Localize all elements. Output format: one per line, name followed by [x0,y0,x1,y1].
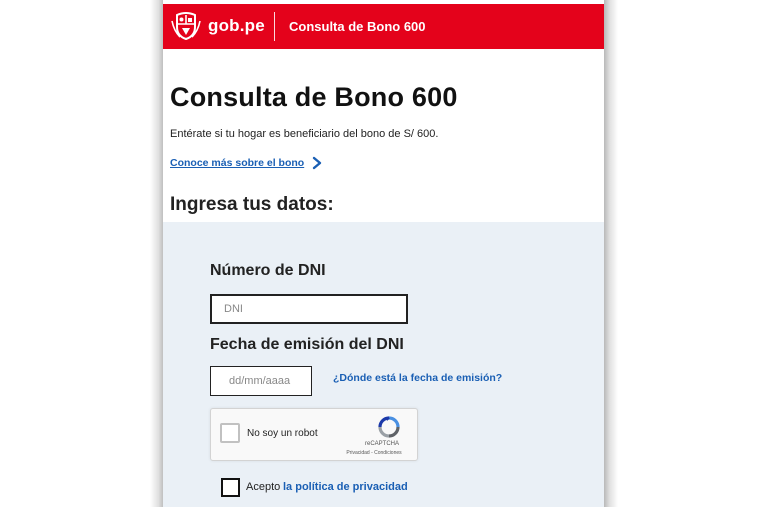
recaptcha-label: No soy un robot [247,428,318,439]
page-shadow-right [604,0,618,507]
brand-name[interactable]: gob.pe [208,16,265,36]
recaptcha-terms[interactable]: Privacidad - Condiciones [329,450,419,456]
dni-label: Número de DNI [210,262,326,279]
privacy-policy-link[interactable]: la política de privacidad [283,481,408,493]
page-subtitle: Entérate si tu hogar es beneficiario del… [170,128,439,140]
section-title: Ingresa tus datos: [170,194,334,215]
recaptcha-logo-icon [378,416,400,438]
recaptcha-brand: reCAPTCHA [364,441,399,447]
issue-date-help-link[interactable]: ¿Dónde está la fecha de emisión? [333,372,502,384]
header-divider [274,12,275,41]
form-panel: Número de DNI Fecha de emisión del DNI ¿… [163,222,604,507]
page-frame: gob.pe Consulta de Bono 600 Consulta de … [163,0,604,507]
dni-input[interactable] [210,294,408,324]
learn-more-link[interactable]: Conoce más sobre el bono [170,157,304,169]
peru-coat-of-arms-icon[interactable] [171,11,201,41]
privacy-accept-label: Acepto [246,481,281,493]
site-header: gob.pe Consulta de Bono 600 [163,4,604,49]
issue-date-input[interactable] [210,366,312,396]
recaptcha-checkbox[interactable] [220,423,240,443]
chevron-right-icon[interactable] [310,154,324,172]
header-section-title: Consulta de Bono 600 [289,19,426,34]
page-title: Consulta de Bono 600 [170,82,458,112]
recaptcha-widget: No soy un robot reCAPTCHA Privacidad - C… [210,408,418,461]
privacy-accept-checkbox[interactable] [221,478,240,497]
page-shadow-left [150,0,164,507]
issue-date-label: Fecha de emisión del DNI [210,336,404,353]
